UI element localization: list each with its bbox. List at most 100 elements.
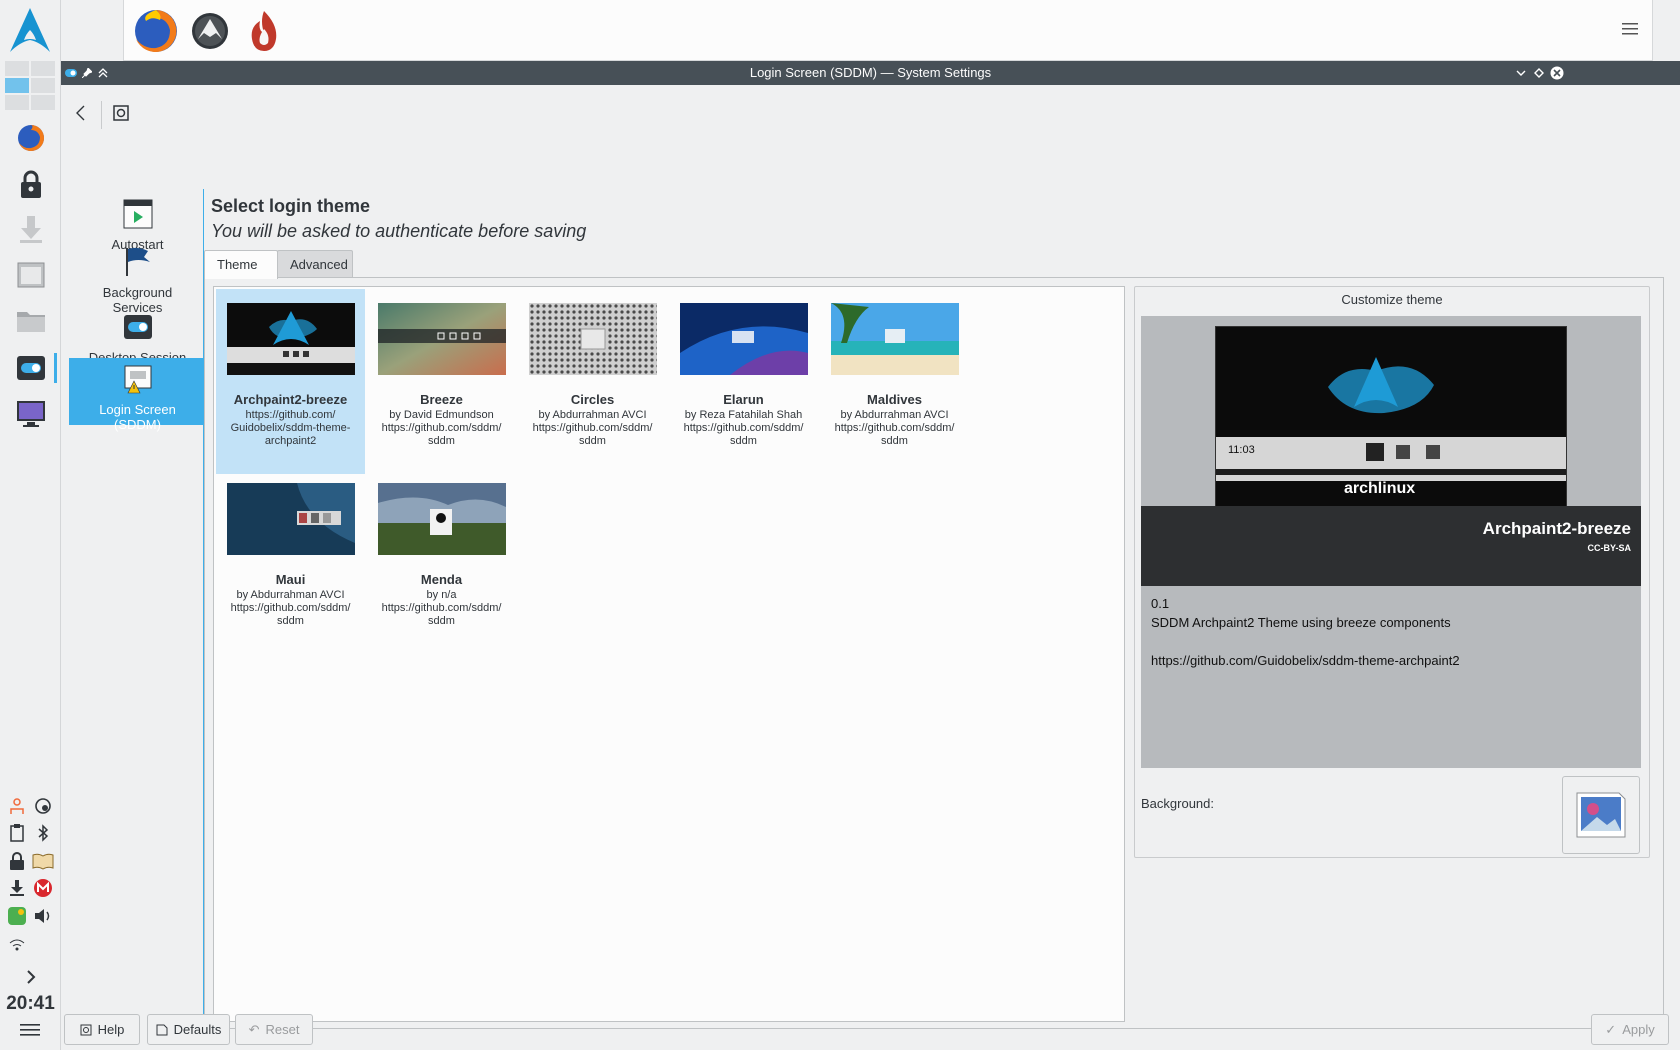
- top-dock: [123, 0, 1653, 61]
- toggle-icon: [17, 356, 45, 380]
- firefox-launcher[interactable]: [14, 121, 48, 155]
- left-panel: 20:41: [0, 0, 61, 1050]
- help-icon: [80, 1024, 92, 1035]
- updates-tray[interactable]: [32, 795, 54, 817]
- check-icon: ✓: [1605, 1021, 1617, 1037]
- theme-thumbnail: [831, 303, 959, 375]
- theme-author: by Abdurrahman AVCI https://github.com/s…: [532, 409, 653, 447]
- chevron-right-icon: [27, 970, 36, 984]
- virtual-desktop-pager[interactable]: [5, 61, 56, 111]
- panel-clock[interactable]: 20:41: [0, 993, 61, 1015]
- wifi-tray[interactable]: [6, 934, 28, 956]
- theme-name: Breeze: [420, 392, 463, 407]
- theme-name: Circles: [570, 392, 615, 407]
- background-picker-button[interactable]: [1562, 776, 1640, 854]
- downloads-tray[interactable]: [6, 877, 28, 899]
- sidebar-item-background-services[interactable]: Background Services: [69, 246, 206, 315]
- minimize-button[interactable]: [1513, 65, 1529, 81]
- maximize-button[interactable]: [1531, 65, 1547, 81]
- theme-preview: 11:03 archlinux Archpaint2-breeze CC-BY-…: [1141, 316, 1641, 768]
- title-bar[interactable]: Login Screen (SDDM) — System Settings: [61, 61, 1680, 85]
- image-icon: [1576, 792, 1626, 838]
- theme-name: Maui: [275, 572, 306, 587]
- autostart-icon: [123, 199, 152, 229]
- close-icon: [1550, 66, 1564, 80]
- display-icon: [17, 401, 45, 427]
- reset-button[interactable]: ↶ Reset: [235, 1014, 313, 1045]
- arch-logo-icon[interactable]: [6, 6, 54, 54]
- clipboard-icon: [10, 824, 24, 842]
- theme-thumbnail: [378, 303, 506, 375]
- mega-tray[interactable]: [32, 877, 54, 899]
- tab-theme[interactable]: Theme: [204, 250, 278, 279]
- download-launcher[interactable]: [14, 212, 48, 246]
- clipboard-tray[interactable]: [6, 822, 28, 844]
- theme-thumbnail: [227, 483, 355, 555]
- module-icon[interactable]: [111, 103, 131, 123]
- button-bar: Help Defaults ↶ Reset ✓ Apply: [61, 1014, 1680, 1050]
- toolbar-separator: [101, 101, 102, 129]
- customize-title: Customize theme: [1341, 292, 1443, 307]
- window-title: Login Screen (SDDM) — System Settings: [749, 65, 992, 80]
- help-button-label: Help: [97, 1022, 125, 1037]
- preview-theme-name: Archpaint2-breeze: [1482, 519, 1631, 538]
- flame-app-icon[interactable]: [240, 7, 288, 55]
- page-title: Select login theme: [211, 196, 371, 216]
- theme-name: Menda: [420, 572, 463, 587]
- speaker-icon: [35, 909, 50, 923]
- back-icon[interactable]: [71, 103, 91, 123]
- apply-button[interactable]: ✓ Apply: [1591, 1014, 1669, 1045]
- sidebar-item-autostart[interactable]: Autostart: [69, 198, 206, 252]
- theme-author: by Abdurrahman AVCI https://github.com/s…: [230, 589, 351, 627]
- tab-advanced[interactable]: Advanced: [277, 250, 353, 278]
- theme-version: 0.1: [1151, 596, 1170, 611]
- main-content: Select login theme You will be asked to …: [204, 186, 1674, 1036]
- theme-card-archpaint2-breeze[interactable]: Archpaint2-breeze https://github.com/ Gu…: [216, 289, 365, 474]
- sidebar-item-desktop-session[interactable]: Desktop Session: [69, 311, 206, 365]
- theme-author: by Abdurrahman AVCI https://github.com/s…: [834, 409, 955, 447]
- theme-card-maldives[interactable]: Maldives by Abdurrahman AVCI https://git…: [820, 289, 969, 474]
- close-button[interactable]: [1549, 65, 1565, 81]
- background-label: Background:: [1141, 796, 1214, 811]
- sidebar-item-login-screen[interactable]: Login Screen (SDDM): [69, 358, 206, 432]
- theme-thumbnail: [529, 303, 657, 375]
- firefox-icon[interactable]: [132, 7, 180, 55]
- lock-launcher[interactable]: [14, 167, 48, 201]
- theme-card-breeze[interactable]: Breeze by David Edmundson https://github…: [367, 289, 516, 474]
- wolf-app-icon[interactable]: [186, 7, 234, 55]
- theme-card-menda[interactable]: Menda by n/a https://github.com/sddm/ sd…: [367, 469, 516, 654]
- system-settings-launcher[interactable]: [14, 351, 57, 385]
- theme-card-elarun[interactable]: Elarun by Reza Fatahilah Shah https://gi…: [669, 289, 818, 474]
- theme-author: by Reza Fatahilah Shah https://github.co…: [683, 409, 804, 447]
- dictionary-tray[interactable]: [32, 850, 54, 872]
- volume-tray[interactable]: [32, 905, 54, 927]
- theme-info-bar: [1141, 506, 1641, 586]
- theme-card-circles[interactable]: Circles by Abdurrahman AVCI https://gith…: [518, 289, 667, 474]
- firefox-icon: [18, 125, 44, 151]
- user-icon: [10, 798, 24, 814]
- window-launcher[interactable]: [14, 258, 48, 292]
- toolbar: [61, 85, 1680, 141]
- expand-tray-button[interactable]: [20, 966, 42, 988]
- preview-clock: 11:03: [1228, 444, 1255, 456]
- preview-logo-text: archlinux: [1344, 480, 1415, 497]
- vault-tray[interactable]: [6, 850, 28, 872]
- theme-card-maui[interactable]: Maui by Abdurrahman AVCI https://github.…: [216, 469, 365, 654]
- lock-icon: [10, 852, 24, 870]
- user-tray[interactable]: [6, 795, 28, 817]
- defaults-button[interactable]: Defaults: [147, 1014, 230, 1045]
- theme-author: by David Edmundson https://github.com/sd…: [381, 409, 502, 447]
- login-screen-icon: [124, 365, 151, 394]
- help-button[interactable]: Help: [64, 1014, 140, 1045]
- folder-launcher[interactable]: [14, 304, 48, 338]
- bluetooth-tray[interactable]: [32, 822, 54, 844]
- phone-icon: [8, 907, 26, 925]
- menu-icon[interactable]: [20, 1022, 40, 1038]
- theme-author: https://github.com/ Guidobelix/sddm-them…: [230, 409, 351, 447]
- preview-license: CC-BY-SA: [1587, 543, 1631, 553]
- display-launcher[interactable]: [14, 397, 48, 431]
- theme-author: by n/a https://github.com/sddm/ sddm: [381, 589, 502, 627]
- menu-icon[interactable]: [1622, 22, 1638, 36]
- settings-sidebar: Autostart Background Services Desktop Se…: [69, 186, 206, 1036]
- network-manager-tray[interactable]: [6, 905, 28, 927]
